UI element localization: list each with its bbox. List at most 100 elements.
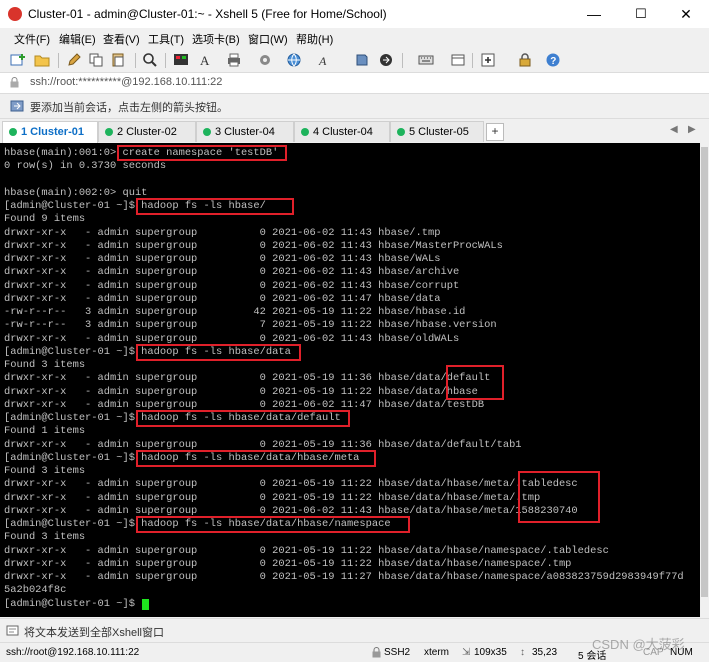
tab-label: 4 Cluster-04 bbox=[313, 126, 373, 138]
terminal-line: drwxr-xr-x - admin supergroup 0 2021-06-… bbox=[4, 266, 460, 279]
help-icon[interactable]: ? bbox=[545, 52, 561, 68]
settings-icon[interactable] bbox=[257, 52, 273, 68]
new-session-icon[interactable] bbox=[10, 52, 26, 68]
tab-prev-icon[interactable]: ◀ bbox=[670, 124, 678, 135]
terminal-line: Found 1 items bbox=[4, 425, 86, 438]
svg-text:A: A bbox=[318, 54, 327, 68]
toolbar-separator bbox=[402, 53, 403, 68]
connection-status-icon bbox=[301, 128, 309, 136]
tab-label: 5 Cluster-05 bbox=[409, 126, 469, 138]
terminal-line: Found 3 items bbox=[4, 465, 86, 477]
terminal-line: drwxr-xr-x - admin supergroup 0 2021-06-… bbox=[4, 292, 441, 305]
toolbar-separator bbox=[135, 53, 136, 68]
highlight-box bbox=[136, 198, 294, 215]
toolbar-separator bbox=[472, 53, 473, 68]
edit-icon[interactable] bbox=[66, 52, 82, 68]
tab-cluster-05[interactable]: 5 Cluster-05 bbox=[390, 121, 484, 142]
menu-tools[interactable]: 工具(T) bbox=[148, 31, 184, 47]
globe-icon[interactable] bbox=[286, 52, 302, 68]
terminal-line: 5a2b024f8c bbox=[4, 584, 67, 597]
menu-help[interactable]: 帮助(H) bbox=[296, 31, 333, 47]
highlight-box bbox=[136, 344, 301, 361]
menu-edit[interactable]: 编辑(E) bbox=[59, 31, 96, 47]
window-title: Cluster-01 - admin@Cluster-01:~ - Xshell… bbox=[28, 7, 387, 21]
terminal-line: drwxr-xr-x - admin supergroup 0 2021-05-… bbox=[4, 372, 491, 385]
tab-label: 3 Cluster-04 bbox=[215, 126, 275, 138]
layout-icon[interactable] bbox=[450, 52, 466, 68]
toolbar-separator bbox=[58, 53, 59, 68]
scrollbar-thumb[interactable] bbox=[701, 147, 708, 597]
keyboard-icon[interactable] bbox=[418, 52, 434, 68]
tab-label: 1 Cluster-01 bbox=[21, 126, 84, 138]
status-connection: ssh://root@192.168.10.111:22 bbox=[6, 647, 140, 658]
maximize-button[interactable]: ☐ bbox=[618, 0, 664, 28]
open-folder-icon[interactable] bbox=[34, 52, 50, 68]
terminal-line: drwxr-xr-x - admin supergroup 0 2021-05-… bbox=[4, 571, 684, 583]
tab-cluster-04-a[interactable]: 3 Cluster-04 bbox=[196, 121, 294, 142]
svg-text:A: A bbox=[200, 53, 210, 68]
session-hint-bar: 要添加当前会话，点击左侧的箭头按钮。 bbox=[0, 94, 709, 119]
terminal-line: 0 row(s) in 0.3730 seconds bbox=[4, 160, 167, 173]
tab-next-icon[interactable]: ▶ bbox=[688, 124, 696, 135]
menu-tabs[interactable]: 选项卡(B) bbox=[192, 31, 240, 47]
connection-status-icon bbox=[397, 128, 405, 136]
terminal-line: drwxr-xr-x - admin supergroup 0 2021-05-… bbox=[4, 491, 541, 504]
highlight-box bbox=[136, 516, 410, 533]
terminal-cursor bbox=[142, 599, 149, 610]
menu-bar: 文件(F) 编辑(E) 查看(V) 工具(T) 选项卡(B) 窗口(W) 帮助(… bbox=[0, 28, 709, 48]
menu-file[interactable]: 文件(F) bbox=[14, 31, 50, 47]
lock-icon bbox=[10, 77, 19, 88]
terminal-line: drwxr-xr-x - admin supergroup 0 2021-06-… bbox=[4, 253, 441, 265]
lock-icon[interactable] bbox=[517, 52, 533, 68]
print-icon[interactable] bbox=[226, 52, 242, 68]
terminal-line: drwxr-xr-x - admin supergroup 0 2021-05-… bbox=[4, 478, 578, 491]
highlight-box bbox=[136, 410, 350, 427]
terminal-line: hbase(main):002:0> quit bbox=[4, 186, 148, 199]
status-terminal-type: xterm bbox=[424, 647, 449, 658]
compose-text: 将文本发送到全部Xshell窗口 bbox=[24, 627, 164, 639]
transfer-icon[interactable] bbox=[378, 52, 394, 68]
toolbar: A A ? bbox=[0, 48, 709, 73]
terminal-line: drwxr-xr-x - admin supergroup 0 2021-05-… bbox=[4, 385, 478, 398]
highlight-box bbox=[117, 145, 287, 161]
terminal-line: Found 3 items bbox=[4, 531, 86, 544]
close-button[interactable]: ✕ bbox=[663, 0, 709, 28]
menu-window[interactable]: 窗口(W) bbox=[248, 31, 288, 47]
connection-status-icon bbox=[105, 128, 113, 136]
terminal-line: Found 3 items bbox=[4, 359, 86, 371]
minimize-button[interactable]: — bbox=[571, 0, 617, 28]
size-icon: ⇲ bbox=[462, 647, 471, 658]
terminal-line: drwxr-xr-x - admin supergroup 0 2021-06-… bbox=[4, 226, 441, 239]
terminal-line: -rw-r--r-- 3 admin supergroup 42 2021-05… bbox=[4, 306, 466, 318]
font-icon[interactable]: A bbox=[198, 52, 214, 68]
compose-icon[interactable] bbox=[6, 624, 19, 637]
add-icon[interactable] bbox=[480, 52, 496, 68]
terminal-line: drwxr-xr-x - admin supergroup 0 2021-06-… bbox=[4, 239, 503, 252]
status-cursor: 35,23 bbox=[532, 647, 558, 658]
terminal-pane[interactable]: hbase(main):001:0> create namespace 'tes… bbox=[0, 143, 700, 617]
text-style-icon[interactable]: A bbox=[318, 52, 334, 68]
highlight-box bbox=[136, 450, 376, 467]
terminal-scrollbar[interactable] bbox=[700, 143, 709, 617]
script-icon[interactable] bbox=[354, 52, 370, 68]
tab-cluster-04-b[interactable]: 4 Cluster-04 bbox=[294, 121, 390, 142]
connection-status-icon bbox=[9, 128, 17, 136]
toolbar-separator bbox=[165, 53, 166, 68]
svg-text:?: ? bbox=[550, 56, 556, 67]
terminal-line: -rw-r--r-- 3 admin supergroup 7 2021-05-… bbox=[4, 319, 497, 332]
tab-cluster-01[interactable]: 1 Cluster-01 bbox=[2, 121, 98, 143]
add-tab-button[interactable]: + bbox=[486, 123, 504, 141]
status-protocol: SSH2 bbox=[384, 647, 411, 658]
copy-icon[interactable] bbox=[88, 52, 104, 68]
address-bar[interactable]: ssh://root:**********@192.168.10.111:22 bbox=[0, 73, 709, 94]
menu-view[interactable]: 查看(V) bbox=[103, 31, 140, 47]
connection-status-icon bbox=[203, 128, 211, 136]
bookmark-arrow-icon[interactable] bbox=[10, 99, 24, 113]
color-scheme-icon[interactable] bbox=[173, 52, 189, 68]
tab-cluster-02[interactable]: 2 Cluster-02 bbox=[98, 121, 196, 142]
paste-icon[interactable] bbox=[110, 52, 126, 68]
highlight-box bbox=[446, 365, 504, 400]
status-size: 109x35 bbox=[474, 647, 507, 658]
find-icon[interactable] bbox=[142, 52, 158, 68]
terminal-line: drwxr-xr-x - admin supergroup 0 2021-06-… bbox=[4, 279, 460, 292]
